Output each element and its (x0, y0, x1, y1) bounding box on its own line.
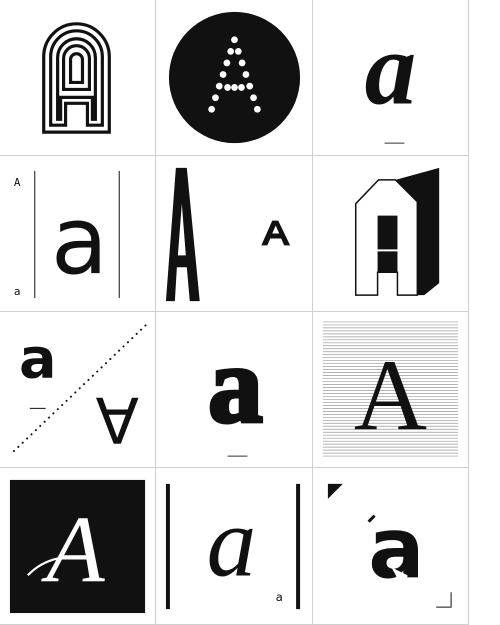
tile-italic-a-between-bars: a a (156, 468, 313, 625)
white-dot (246, 82, 254, 90)
white-dot (227, 47, 235, 55)
white-dot (212, 94, 219, 102)
block-a-gap (377, 251, 398, 273)
tile-script-a-on-black: A (0, 468, 156, 625)
tile-concentric-arch-a (0, 0, 156, 156)
white-dot (234, 47, 242, 55)
stencil-a-graphic: a (327, 483, 452, 608)
white-dot (224, 84, 231, 91)
white-dot (250, 94, 257, 102)
tile-striped-serif-a: A (313, 312, 469, 468)
right-bar (296, 483, 301, 610)
white-dot (223, 59, 231, 67)
specimen-label-bottom: a (14, 285, 21, 298)
specimen-label-top: A (14, 176, 21, 189)
inverted-a-glyph: A (95, 382, 139, 456)
stencil-a-glyph: a (368, 500, 424, 597)
white-dot (238, 84, 245, 91)
white-dot (238, 59, 246, 67)
left-bar (165, 483, 170, 610)
script-a-graphic: A (9, 479, 146, 614)
tile-diagonal-a-and-inverted-a: a A (0, 312, 156, 468)
tile-condensed-a-and-wide-a (156, 156, 313, 312)
white-dot (231, 36, 238, 44)
concentric-arch-a-graphic (42, 22, 111, 134)
white-dot (242, 71, 250, 78)
diagonal-a-graphic: a A (12, 323, 148, 456)
letter-a-grid: a A a a a A a A A a a a (0, 0, 469, 625)
script-a-glyph: A (40, 496, 105, 602)
tile-dotted-a-in-circle (156, 0, 313, 156)
dotted-a-in-circle-graphic (168, 11, 301, 144)
bold-italic-a-glyph: a (365, 12, 417, 126)
tile-heavy-lowercase-a: a (156, 312, 313, 468)
italic-a-glyph: a (207, 487, 257, 597)
condensed-a-graphic (165, 167, 291, 302)
3d-block-a-graphic (354, 167, 440, 296)
heavy-a-graphic: a (206, 322, 265, 457)
wide-a-glyph (261, 220, 291, 246)
block-a-counter (377, 215, 398, 250)
small-a-label: a (276, 590, 283, 604)
white-dot (215, 82, 223, 90)
specimen-a-glyph: a (51, 187, 108, 296)
white-dot (231, 84, 238, 91)
tile-specimen-a-with-rules: A a a (0, 156, 156, 312)
striped-a-graphic: A (322, 321, 459, 457)
bottom-right-corner-mark (436, 592, 452, 608)
specimen-a-graphic: A a a (14, 170, 120, 298)
condensed-a-glyph (165, 167, 200, 302)
striped-serif-a-glyph: A (354, 339, 427, 451)
white-dot (253, 105, 261, 113)
heavy-a-glyph: a (208, 324, 263, 445)
tile-bold-italic-lowercase-a: a (313, 0, 469, 156)
white-dot (219, 71, 227, 78)
tile-stencil-a-with-corners: a (313, 468, 469, 625)
top-left-corner-mark (327, 483, 343, 499)
tile-3d-block-a (313, 156, 469, 312)
italic-a-graphic: a a (165, 483, 301, 610)
diagonal-small-a-glyph: a (19, 327, 57, 392)
white-dot (208, 105, 216, 113)
bold-italic-a-graphic: a (365, 12, 417, 144)
